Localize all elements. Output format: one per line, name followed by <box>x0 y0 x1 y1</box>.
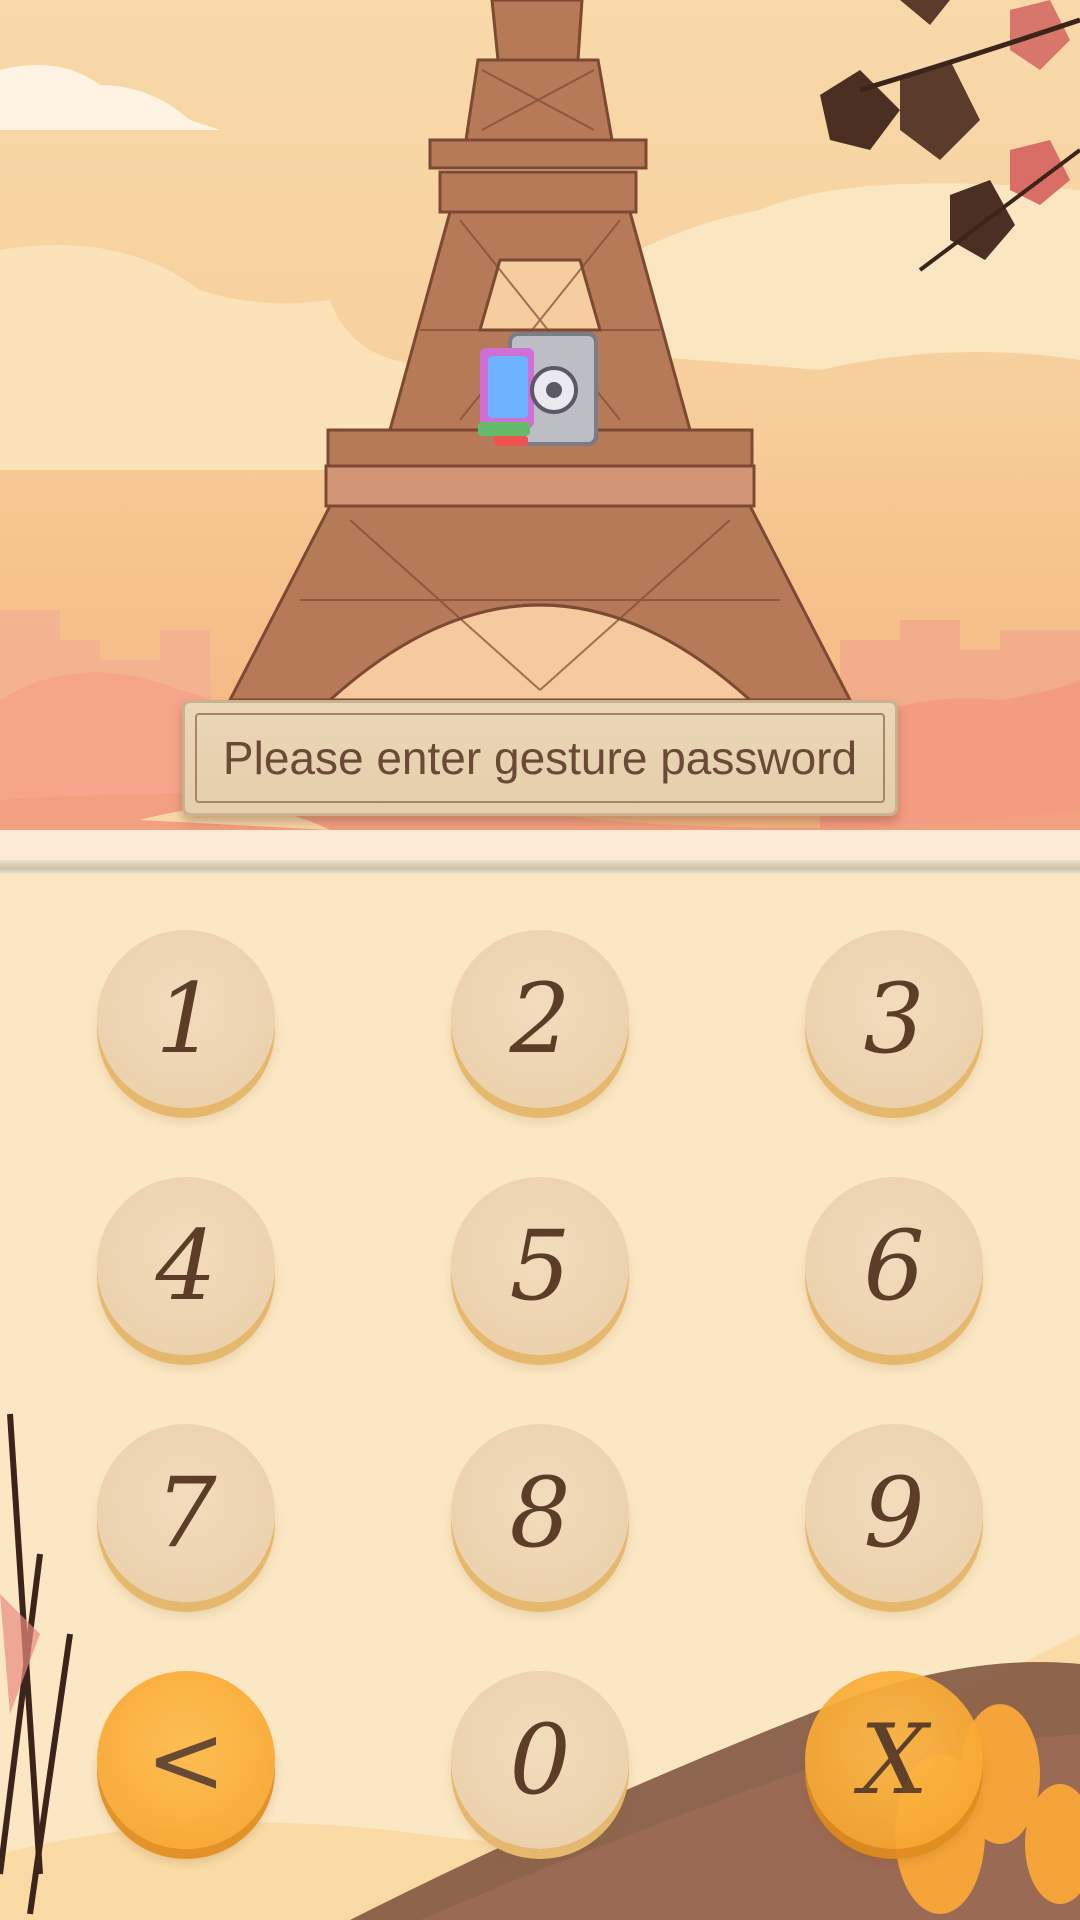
backspace-button[interactable]: < <box>97 1671 275 1849</box>
key-0[interactable]: 0 <box>451 1671 629 1849</box>
key-1[interactable]: 1 <box>97 930 275 1108</box>
divider <box>0 860 1080 874</box>
key-5[interactable]: 5 <box>451 1177 629 1355</box>
prompt-banner: Please enter gesture password <box>182 700 898 816</box>
key-9[interactable]: 9 <box>805 1424 983 1602</box>
numeric-keypad: 1 2 3 4 5 6 7 8 9 < 0 X <box>0 874 1080 1920</box>
key-7[interactable]: 7 <box>97 1424 275 1602</box>
vault-safe-icon <box>478 332 598 446</box>
key-4[interactable]: 4 <box>97 1177 275 1355</box>
key-3[interactable]: 3 <box>805 930 983 1108</box>
lock-screen: Please enter gesture password 1 2 3 4 5 … <box>0 0 1080 1920</box>
key-2[interactable]: 2 <box>451 930 629 1108</box>
key-6[interactable]: 6 <box>805 1177 983 1355</box>
prompt-text: Please enter gesture password <box>222 732 858 784</box>
key-8[interactable]: 8 <box>451 1424 629 1602</box>
clear-button[interactable]: X <box>805 1671 983 1849</box>
eiffel-tower-background: Please enter gesture password <box>0 0 1080 860</box>
